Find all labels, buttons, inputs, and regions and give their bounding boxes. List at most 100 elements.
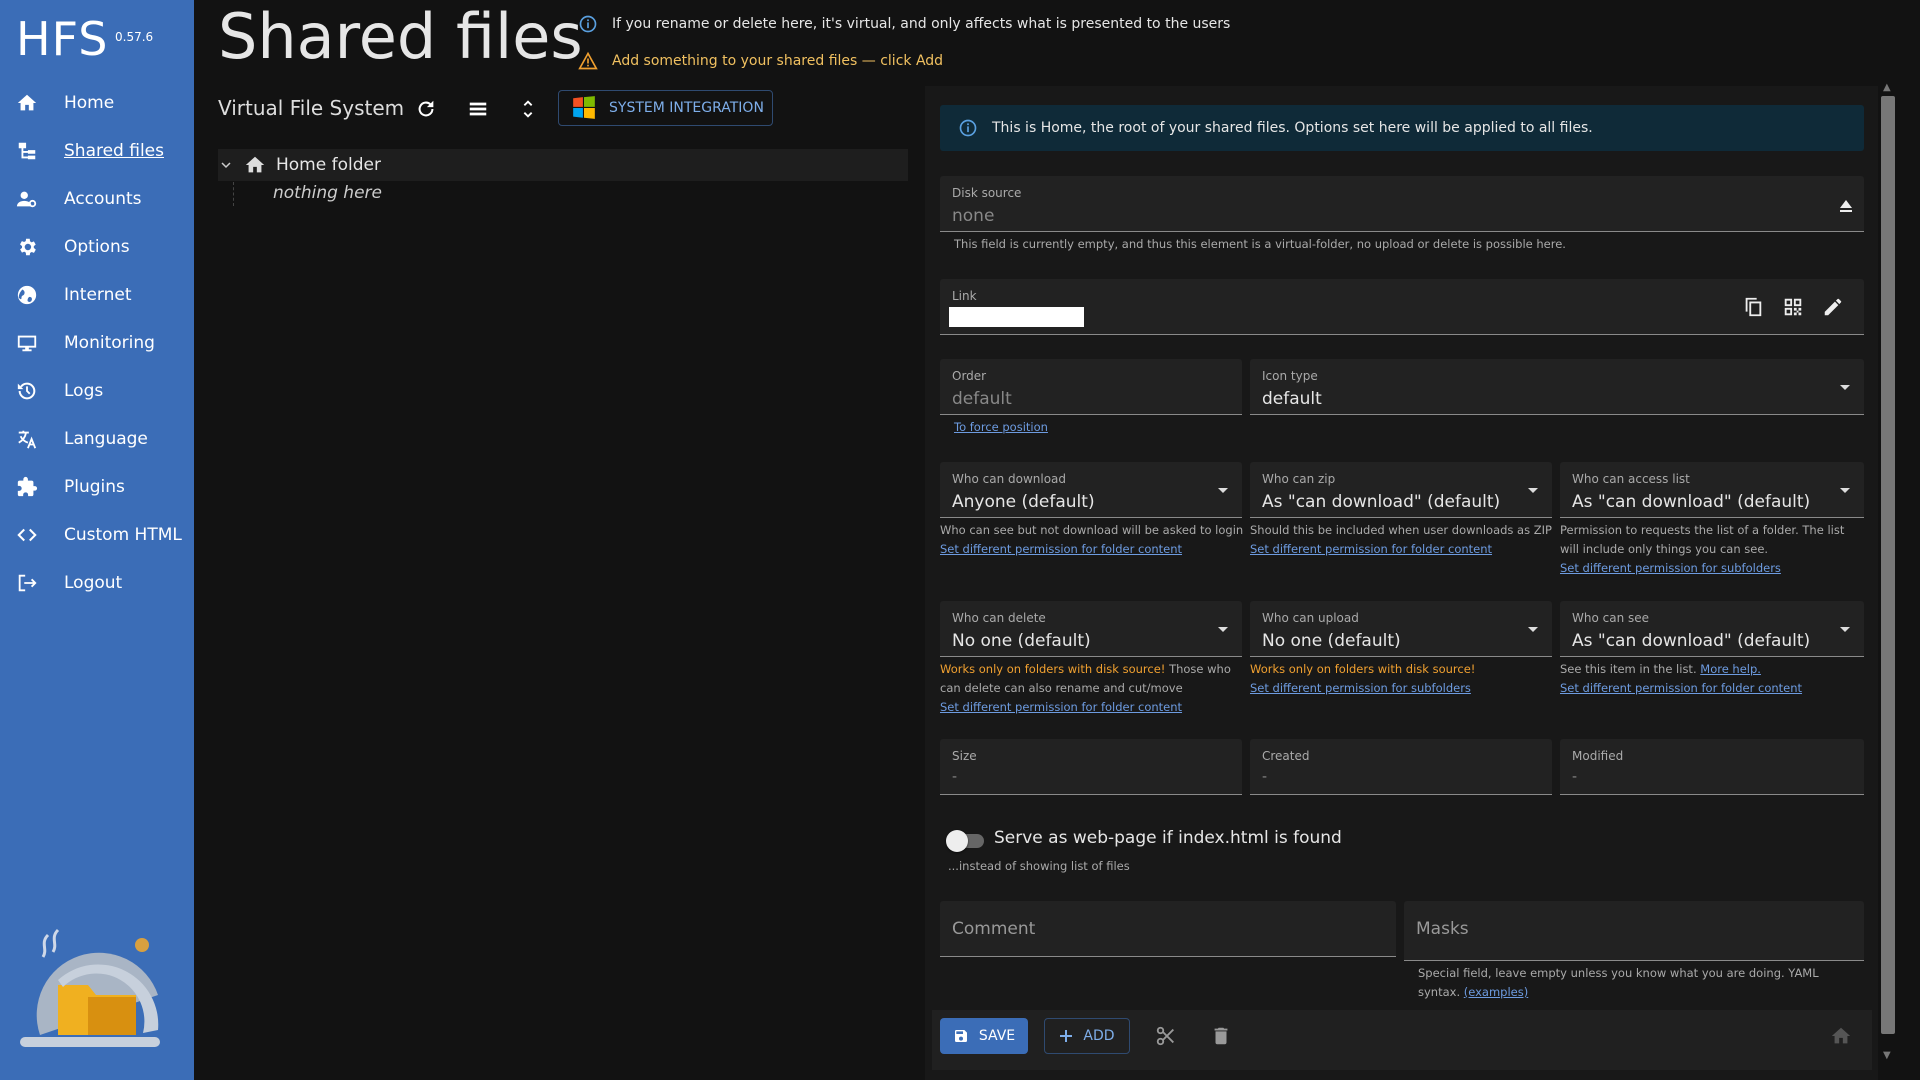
who-can-zip-value: As "can download" (default) <box>1262 492 1501 512</box>
dropdown-caret-icon <box>1840 488 1850 493</box>
chevron-down-icon[interactable] <box>220 159 232 171</box>
who-can-delete-select[interactable]: Who can delete No one (default) <box>940 601 1242 657</box>
code-icon <box>17 528 37 542</box>
home-icon <box>245 156 265 173</box>
icon-type-select[interactable]: Icon type default <box>1250 359 1864 415</box>
who-can-download-select[interactable]: Who can download Anyone (default) <box>940 462 1242 518</box>
app-version: 0.57.6 <box>115 30 154 44</box>
sidebar-item-language[interactable]: Language <box>0 415 194 463</box>
qr-code-button[interactable] <box>1780 294 1806 320</box>
delete-folder-content-link[interactable]: Set different permission for folder cont… <box>940 700 1182 714</box>
masks-examples-link[interactable]: (examples) <box>1464 985 1528 999</box>
scroll-down-arrow[interactable]: ▼ <box>1883 1050 1893 1061</box>
sidebar-item-logout[interactable]: Logout <box>0 559 194 607</box>
cut-button[interactable] <box>1153 1023 1179 1049</box>
monitor-icon <box>17 335 37 352</box>
app-logo: HFS <box>16 12 109 66</box>
who-can-upload-helper: Works only on folders with disk source! … <box>1250 660 1556 698</box>
list-view-button[interactable] <box>464 96 492 122</box>
see-folder-content-link[interactable]: Set different permission for folder cont… <box>1560 681 1802 695</box>
dropdown-caret-icon <box>1528 488 1538 493</box>
scroll-up-arrow[interactable]: ▲ <box>1883 82 1893 93</box>
who-can-access-list-helper-text: Permission to requests the list of a fol… <box>1560 523 1845 556</box>
warning-notice: Add something to your shared files — cli… <box>578 51 943 71</box>
modified-value: - <box>1572 769 1578 785</box>
sidebar-item-custom-html[interactable]: Custom HTML <box>0 511 194 559</box>
tree-item-home-folder[interactable]: Home folder <box>218 149 908 181</box>
sidebar-item-plugins[interactable]: Plugins <box>0 463 194 511</box>
sidebar-item-logs[interactable]: Logs <box>0 367 194 415</box>
created-value: - <box>1262 769 1268 785</box>
order-field[interactable]: Order default <box>940 359 1242 415</box>
translate-icon <box>18 430 37 449</box>
force-position-link[interactable]: To force position <box>954 420 1048 434</box>
who-can-see-select[interactable]: Who can see As "can download" (default) <box>1560 601 1864 657</box>
who-can-download-helper: Who can see but not download will be ask… <box>940 521 1246 559</box>
windows-logo-icon <box>573 96 595 119</box>
info-icon <box>579 15 597 33</box>
mascot-illustration <box>20 928 160 1047</box>
sidebar-item-label: Language <box>64 429 148 449</box>
add-button[interactable]: ADD <box>1044 1018 1130 1054</box>
who-can-access-list-value: As "can download" (default) <box>1572 492 1811 512</box>
upload-warning-text: Works only on folders with disk source! <box>1250 662 1476 676</box>
dropdown-caret-icon <box>1840 627 1850 632</box>
edit-link-button[interactable] <box>1820 294 1846 320</box>
sidebar-item-label: Plugins <box>64 477 125 497</box>
warning-notice-text: Add something to your shared files — cli… <box>612 53 944 69</box>
details-scrollbar[interactable]: ▲ ▼ <box>1880 82 1896 1068</box>
order-value: default <box>952 389 1012 409</box>
who-can-delete-label: Who can delete <box>952 611 1046 625</box>
save-icon <box>954 1030 967 1042</box>
delete-button[interactable] <box>1208 1023 1234 1049</box>
sidebar-item-accounts[interactable]: Accounts <box>0 175 194 223</box>
go-home-button[interactable] <box>1828 1023 1854 1049</box>
who-can-access-list-helper: Permission to requests the list of a fol… <box>1560 521 1866 578</box>
upload-subfolders-link[interactable]: Set different permission for subfolders <box>1250 681 1471 695</box>
toggle-knob <box>946 830 968 852</box>
masks-field[interactable]: Masks <box>1404 901 1864 961</box>
info-notice: If you rename or delete here, it's virtu… <box>578 14 1230 34</box>
scrollbar-thumb[interactable] <box>1881 96 1895 1034</box>
list-icon <box>469 102 487 116</box>
who-can-download-helper-text: Who can see but not download will be ask… <box>940 523 1244 537</box>
expand-collapse-button[interactable] <box>514 96 542 122</box>
globe-icon <box>17 285 37 305</box>
link-url-box[interactable] <box>949 307 1084 327</box>
disk-source-helper: This field is currently empty, and thus … <box>954 237 1566 251</box>
copy-link-button[interactable] <box>1740 294 1766 320</box>
who-can-upload-select[interactable]: Who can upload No one (default) <box>1250 601 1552 657</box>
home-icon <box>1831 1027 1851 1044</box>
accounts-icon <box>16 191 37 208</box>
reload-button[interactable] <box>412 96 440 122</box>
masks-placeholder: Masks <box>1416 919 1469 939</box>
eject-icon[interactable] <box>1838 198 1854 214</box>
sidebar-item-home[interactable]: Home <box>0 79 194 127</box>
sidebar-item-monitoring[interactable]: Monitoring <box>0 319 194 367</box>
disk-source-field[interactable]: Disk source none <box>940 176 1864 232</box>
disk-source-label: Disk source <box>952 186 1022 200</box>
save-button[interactable]: SAVE <box>940 1018 1028 1054</box>
tree-empty-text: nothing here <box>273 183 382 203</box>
created-field: Created - <box>1250 739 1552 795</box>
who-can-zip-select[interactable]: Who can zip As "can download" (default) <box>1250 462 1552 518</box>
comment-field[interactable]: Comment <box>940 901 1396 957</box>
sidebar-item-label: Shared files <box>64 141 164 161</box>
sidebar-item-internet[interactable]: Internet <box>0 271 194 319</box>
system-integration-button[interactable]: SYSTEM INTEGRATION <box>558 90 773 126</box>
tree-guide-line <box>233 182 234 206</box>
download-folder-content-link[interactable]: Set different permission for folder cont… <box>940 542 1182 556</box>
more-help-link[interactable]: More help. <box>1700 662 1761 676</box>
serve-webpage-helper: ...instead of showing list of files <box>948 859 1130 873</box>
sidebar-item-shared-files[interactable]: Shared files <box>0 127 194 175</box>
sidebar-item-options[interactable]: Options <box>0 223 194 271</box>
gear-icon <box>20 238 36 256</box>
serve-webpage-toggle[interactable] <box>946 830 986 852</box>
who-can-see-helper: See this item in the list. More help. Se… <box>1560 660 1866 698</box>
zip-folder-content-link[interactable]: Set different permission for folder cont… <box>1250 542 1492 556</box>
access-list-subfolders-link[interactable]: Set different permission for subfolders <box>1560 561 1781 575</box>
who-can-access-list-select[interactable]: Who can access list As "can download" (d… <box>1560 462 1864 518</box>
who-can-download-label: Who can download <box>952 472 1067 486</box>
scissors-icon <box>1156 1026 1174 1046</box>
modified-field: Modified - <box>1560 739 1864 795</box>
